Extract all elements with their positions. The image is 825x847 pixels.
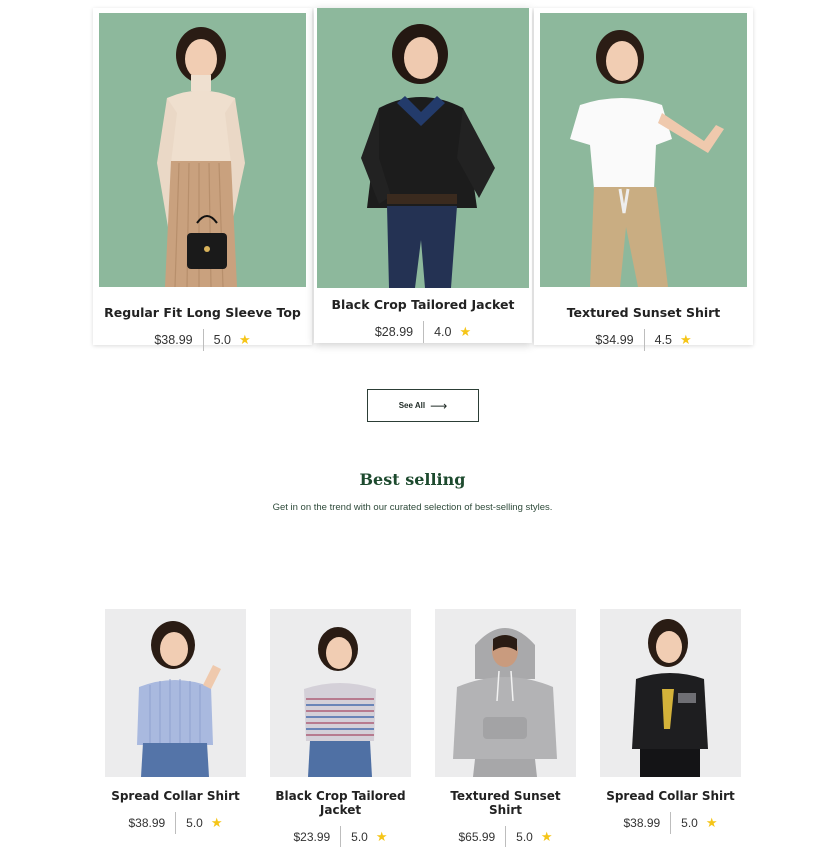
see-all-label: See All <box>398 401 426 410</box>
product-meta: $28.99 4.0 ★ <box>314 320 532 344</box>
star-icon: ★ <box>540 829 553 844</box>
star-icon: ★ <box>375 829 388 844</box>
divider <box>340 826 342 847</box>
product-card[interactable]: Regular Fit Long Sleeve Top $38.99 5.0 ★ <box>93 8 312 351</box>
section-subtitle: Get in on the trend with our curated sel… <box>272 502 553 513</box>
divider <box>423 321 425 343</box>
product-image[interactable] <box>99 13 306 287</box>
divider <box>643 329 645 351</box>
product-image[interactable] <box>435 609 576 777</box>
product-name[interactable]: Textured Sunset Shirt <box>435 789 576 817</box>
divider <box>505 826 507 847</box>
product-rating: 4.0 <box>434 325 452 339</box>
product-image[interactable] <box>600 609 741 777</box>
product-meta: $38.99 5.0 ★ <box>600 811 741 835</box>
product-name[interactable]: Spread Collar Shirt <box>105 789 246 803</box>
divider <box>175 812 177 834</box>
product-price: $38.99 <box>154 333 193 347</box>
product-image[interactable] <box>105 609 246 777</box>
star-icon: ★ <box>210 815 223 830</box>
product-price: $23.99 <box>293 830 331 844</box>
product-card[interactable]: Textured Sunset Shirt $65.99 5.0 ★ <box>435 609 576 847</box>
product-rating: 5.0 <box>681 816 698 830</box>
divider <box>670 812 672 834</box>
product-rating: 5.0 <box>186 816 203 830</box>
product-rating: 4.5 <box>654 333 672 347</box>
product-card[interactable]: Black Crop Tailored Jacket $23.99 5.0 ★ <box>270 609 411 847</box>
star-icon: ★ <box>679 332 692 347</box>
product-price: $38.99 <box>623 816 661 830</box>
product-name[interactable]: Black Crop Tailored Jacket <box>314 297 532 312</box>
product-rating: 5.0 <box>516 830 533 844</box>
product-image[interactable] <box>270 609 411 777</box>
product-meta: $38.99 5.0 ★ <box>105 811 246 835</box>
product-card[interactable]: Textured Sunset Shirt $34.99 4.5 ★ <box>534 8 753 351</box>
product-meta: $65.99 5.0 ★ <box>435 825 576 847</box>
product-card[interactable]: Spread Collar Shirt $38.99 5.0 ★ <box>105 609 246 835</box>
product-rating: 5.0 <box>351 830 368 844</box>
product-card[interactable]: Spread Collar Shirt $38.99 5.0 ★ <box>600 609 741 835</box>
product-meta: $34.99 4.5 ★ <box>534 328 753 352</box>
product-name[interactable]: Textured Sunset Shirt <box>534 305 753 320</box>
product-name[interactable]: Spread Collar Shirt <box>600 789 741 803</box>
star-icon: ★ <box>459 324 472 339</box>
product-meta: $38.99 5.0 ★ <box>93 328 312 352</box>
product-meta: $23.99 5.0 ★ <box>270 825 411 847</box>
product-price: $28.99 <box>374 325 414 339</box>
product-price: $38.99 <box>128 816 166 830</box>
see-all-button[interactable]: See All ⟶ <box>367 389 479 422</box>
product-price: $65.99 <box>458 830 496 844</box>
product-name[interactable]: Black Crop Tailored Jacket <box>270 789 411 817</box>
star-icon: ★ <box>238 332 251 347</box>
product-card[interactable]: Black Crop Tailored Jacket $28.99 4.0 ★ <box>314 8 532 343</box>
star-icon: ★ <box>705 815 718 830</box>
product-name[interactable]: Regular Fit Long Sleeve Top <box>93 305 312 320</box>
product-image[interactable] <box>317 8 529 288</box>
arrow-right-icon: ⟶ <box>430 398 448 413</box>
product-image[interactable] <box>540 13 747 287</box>
product-price: $34.99 <box>595 333 634 347</box>
section-title: Best selling <box>359 470 466 489</box>
product-rating: 5.0 <box>213 333 231 347</box>
divider <box>202 329 204 351</box>
